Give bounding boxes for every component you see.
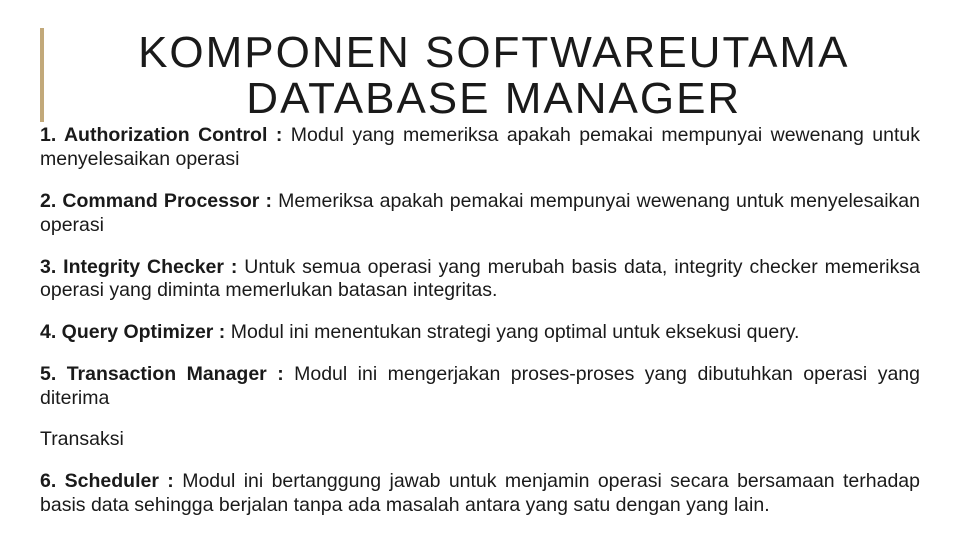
slide-title: KOMPONEN SOFTWAREUTAMA DATABASE MANAGER [68, 28, 921, 122]
title-line-1: KOMPONEN SOFTWAREUTAMA [138, 28, 849, 77]
title-accent-rule [40, 28, 44, 122]
item-lead: 6. Scheduler : [40, 470, 174, 492]
item-integrity-checker: 3. Integrity Checker : Untuk semua opera… [40, 256, 920, 304]
item-lead: 5. Transaction Manager : [40, 363, 284, 385]
item-authorization-control: 1. Authorization Control : Modul yang me… [40, 124, 920, 172]
item-text: Modul ini menentukan strategi yang optim… [225, 321, 799, 343]
item-transaction-manager: 5. Transaction Manager : Modul ini menge… [40, 363, 920, 411]
item-lead: 3. Integrity Checker : [40, 256, 237, 278]
body-text: 1. Authorization Control : Modul yang me… [40, 124, 920, 517]
item-lead: 4. Query Optimizer : [40, 321, 225, 343]
item-lead: 1. Authorization Control : [40, 124, 282, 146]
item-query-optimizer: 4. Query Optimizer : Modul ini menentuka… [40, 321, 920, 345]
title-block: KOMPONEN SOFTWAREUTAMA DATABASE MANAGER [40, 28, 920, 122]
item-command-processor: 2. Command Processor : Memeriksa apakah … [40, 190, 920, 238]
title-line-2: DATABASE MANAGER [246, 74, 741, 123]
item-scheduler: 6. Scheduler : Modul ini bertanggung jaw… [40, 470, 920, 518]
standalone-label-transaksi: Transaksi [40, 428, 920, 452]
item-lead: 2. Command Processor : [40, 190, 272, 212]
slide-page: KOMPONEN SOFTWAREUTAMA DATABASE MANAGER … [0, 0, 960, 518]
